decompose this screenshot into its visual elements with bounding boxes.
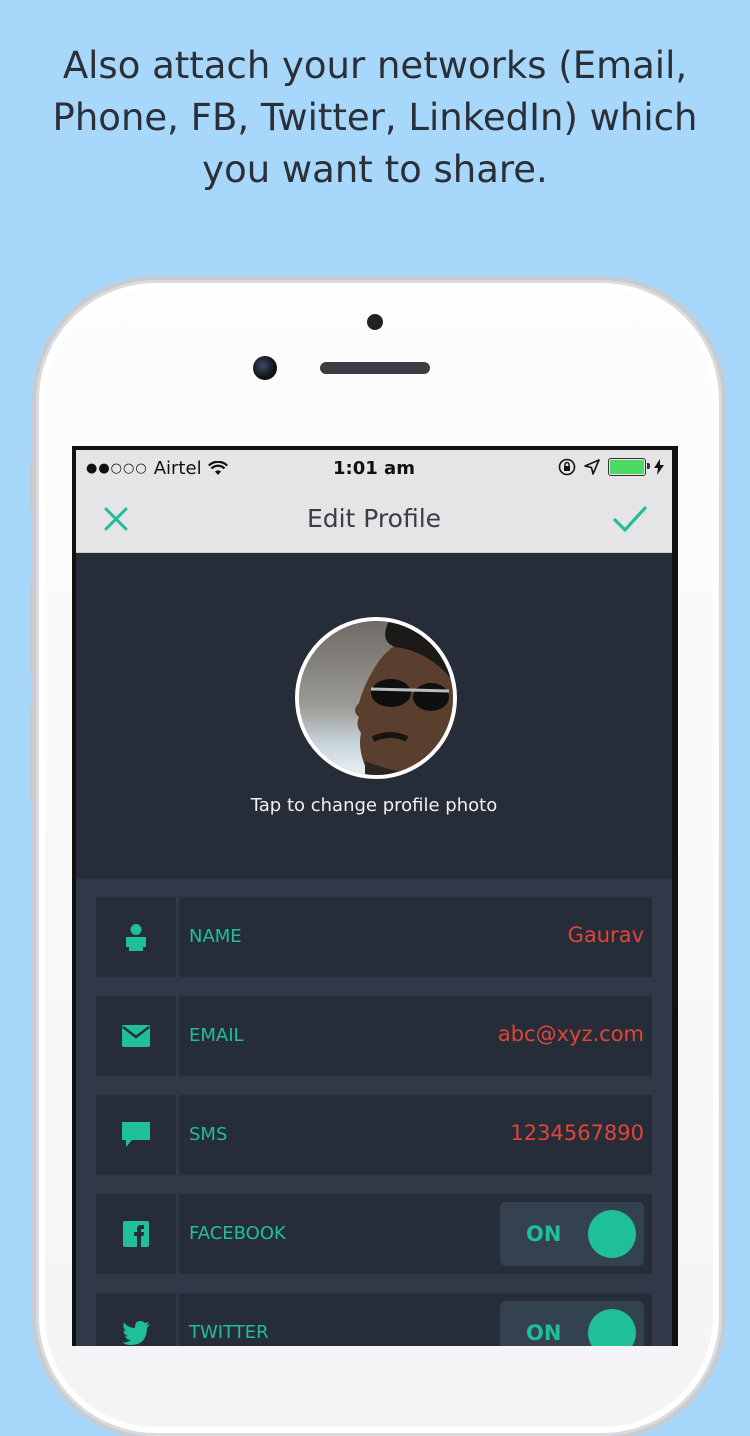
- facebook-toggle[interactable]: ON: [500, 1202, 644, 1266]
- person-icon: [126, 924, 146, 951]
- facebook-row[interactable]: FACEBOOK ON: [96, 1194, 652, 1274]
- promo-line-2: Phone, FB, Twitter, LinkedIn) which: [52, 96, 698, 139]
- status-bar: ●●○○○ Airtel 1:01 am: [76, 450, 672, 486]
- twitter-toggle-knob: [588, 1309, 636, 1346]
- email-field[interactable]: EMAIL abc@xyz.com: [179, 996, 652, 1076]
- name-row[interactable]: NAME Gaurav: [96, 897, 652, 977]
- proximity-sensor: [367, 314, 383, 330]
- status-right: [558, 458, 664, 476]
- chat-bubble-icon: [122, 1122, 150, 1147]
- earpiece-speaker: [320, 362, 430, 374]
- twitter-field: TWITTER ON: [179, 1293, 652, 1346]
- email-row[interactable]: EMAIL abc@xyz.com: [96, 996, 652, 1076]
- email-value[interactable]: abc@xyz.com: [498, 1022, 644, 1046]
- facebook-toggle-knob: [588, 1210, 636, 1258]
- sms-value[interactable]: 1234567890: [510, 1121, 644, 1145]
- sms-label: SMS: [189, 1124, 228, 1145]
- charging-bolt-icon: [654, 459, 664, 475]
- twitter-icon-cell: [96, 1293, 176, 1346]
- page-title: Edit Profile: [306, 504, 442, 533]
- twitter-toggle[interactable]: ON: [500, 1301, 644, 1346]
- sms-row[interactable]: SMS 1234567890: [96, 1095, 652, 1175]
- name-field[interactable]: NAME Gaurav: [179, 897, 652, 977]
- twitter-toggle-label: ON: [526, 1321, 562, 1345]
- promo-caption: Also attach your networks (Email, Phone,…: [0, 40, 750, 196]
- envelope-icon: [122, 1025, 150, 1047]
- facebook-icon-cell: [96, 1194, 176, 1274]
- fields-list: NAME Gaurav EMAIL abc@xyz.com SMS 123456…: [76, 879, 672, 1346]
- rotation-lock-icon: [558, 458, 576, 476]
- nav-bar: Edit Profile: [76, 486, 672, 553]
- profile-photo-image: [299, 621, 453, 775]
- battery-icon: [608, 458, 650, 476]
- name-label: NAME: [189, 926, 242, 947]
- twitter-row[interactable]: TWITTER ON: [96, 1293, 652, 1346]
- email-icon-cell: [96, 996, 176, 1076]
- checkmark-icon[interactable]: [612, 503, 648, 535]
- sms-icon-cell: [96, 1095, 176, 1175]
- app-screen: ●●○○○ Airtel 1:01 am Edit Profile Tap to…: [76, 450, 672, 1346]
- facebook-label: FACEBOOK: [189, 1223, 286, 1244]
- profile-photo[interactable]: [295, 617, 457, 779]
- name-icon-cell: [96, 897, 176, 977]
- promo-line-3: you want to share.: [202, 148, 548, 191]
- phone-screen: ●●○○○ Airtel 1:01 am Edit Profile Tap to…: [72, 446, 678, 1346]
- sms-field[interactable]: SMS 1234567890: [179, 1095, 652, 1175]
- facebook-toggle-label: ON: [526, 1222, 562, 1246]
- twitter-icon: [122, 1321, 150, 1345]
- profile-header: Tap to change profile photo: [76, 553, 672, 879]
- facebook-icon: [123, 1221, 149, 1247]
- location-arrow-icon: [584, 459, 600, 475]
- front-camera: [253, 356, 277, 380]
- promo-line-1: Also attach your networks (Email,: [62, 44, 688, 87]
- email-label: EMAIL: [189, 1025, 244, 1046]
- twitter-label: TWITTER: [189, 1322, 269, 1343]
- name-value[interactable]: Gaurav: [568, 923, 644, 947]
- facebook-field: FACEBOOK ON: [179, 1194, 652, 1274]
- change-photo-hint[interactable]: Tap to change profile photo: [76, 795, 672, 816]
